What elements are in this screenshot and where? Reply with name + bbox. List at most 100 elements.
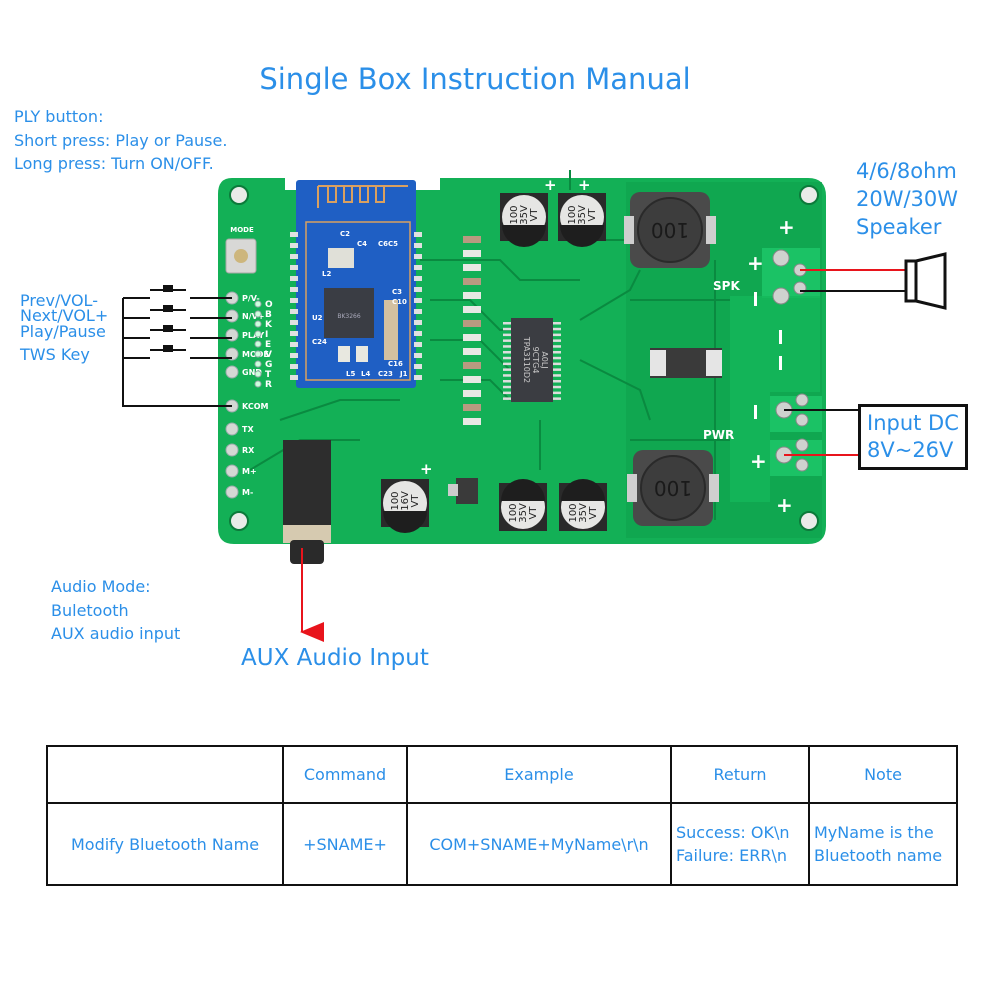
electrolytic-capacitor: 100 35V VT	[558, 193, 606, 247]
cell-example: COM+SNAME+MyName\r\n	[406, 802, 672, 886]
key-switch[interactable]	[123, 325, 232, 339]
table-header-row: Command Example Return Note	[46, 745, 958, 804]
svg-text:BK3266: BK3266	[337, 313, 361, 320]
chip-pin	[553, 356, 561, 360]
speaker-power: 20W/30W	[856, 187, 959, 211]
table-row: Modify Bluetooth Name +SNAME+ COM+SNAME+…	[46, 802, 958, 886]
side-letter: K	[265, 320, 273, 330]
bt-pad	[414, 309, 422, 314]
bt-pad	[414, 265, 422, 270]
side-letter: R	[265, 380, 272, 390]
bt-pad	[290, 331, 298, 336]
cap-plus-sign: +	[578, 176, 591, 194]
bt-component-label: C4	[357, 240, 367, 248]
speaker-icon	[904, 252, 947, 310]
bt-pad	[414, 232, 422, 237]
amplifier-chip: TPA3110D2 9CTG4 A0LJ	[503, 318, 561, 402]
spk-label: SPK	[713, 279, 740, 293]
aux-audio-jack[interactable]	[283, 440, 331, 564]
mode-button-label: MODE	[230, 226, 254, 234]
header-cell-blank	[46, 745, 284, 804]
key-switch[interactable]	[123, 345, 232, 359]
note-line-2: Bluetooth name	[814, 846, 943, 865]
chip-pin	[503, 327, 511, 331]
chip-pin	[503, 339, 511, 342]
bt-pad	[290, 254, 298, 259]
bt-pad	[290, 364, 298, 369]
bt-component-label: C3	[392, 288, 402, 296]
chip-pin	[553, 327, 561, 331]
inductor-value: 100	[654, 476, 692, 500]
bt-pad	[290, 243, 298, 248]
smd-resistor	[463, 236, 481, 243]
smd-resistor	[463, 348, 481, 355]
bluetooth-module: BK3266 C2 C4 C6C5 C3 C10 C24 L5 L4 C23 J1 C16 L2 U2	[290, 180, 422, 388]
pad	[254, 340, 262, 348]
capacitor-label: VT	[529, 208, 540, 222]
input-dc-label: Input DC	[867, 411, 959, 435]
electrolytic-capacitor: 100 35V VT	[500, 193, 548, 247]
bt-pad	[290, 375, 298, 380]
bt-pad	[414, 287, 422, 292]
return-success: Success: OK\n	[676, 823, 790, 842]
header-cell-command: Command	[282, 745, 408, 804]
header-cell-note: Note	[808, 745, 958, 804]
side-letter: G	[265, 360, 272, 370]
chip-pin	[503, 356, 511, 360]
speaker-spec: 4/6/8ohm 20W/30W Speaker	[856, 157, 958, 241]
plus-sign: +	[778, 215, 795, 239]
power-inductor: 100	[624, 192, 716, 268]
bt-pad	[414, 276, 422, 281]
chip-pin	[553, 380, 561, 383]
mode-button[interactable]: MODE	[225, 226, 257, 274]
smd-resistor	[463, 306, 481, 313]
bt-pad	[414, 254, 422, 259]
bt-pad	[290, 232, 298, 237]
chip-pin	[553, 391, 561, 395]
pad	[254, 310, 262, 318]
chip-pin	[503, 333, 511, 337]
speaker-impedance: 4/6/8ohm	[856, 159, 957, 183]
header-pin-label: RX	[242, 446, 255, 455]
power-inductor: 100	[627, 450, 719, 526]
electrolytic-capacitor: 100 16V VT	[381, 479, 429, 533]
bt-pad	[414, 331, 422, 336]
capacitor-label: VT	[410, 494, 421, 508]
side-letter: V	[265, 350, 272, 360]
cell-function: Modify Bluetooth Name	[46, 802, 284, 886]
bt-pad	[290, 320, 298, 325]
header-pin[interactable]: KCOM	[225, 399, 269, 413]
amp-chip-line1: TPA3110D2	[522, 336, 531, 383]
pad	[254, 330, 262, 338]
smd-resistor	[463, 334, 481, 341]
audio-mode-heading: Audio Mode:	[51, 577, 151, 596]
audio-mode-bluetooth: Buletooth	[51, 600, 129, 620]
chip-pin	[553, 374, 561, 377]
amp-chip-line3: A0LJ	[540, 351, 549, 368]
chip-pin	[553, 397, 561, 400]
pad	[254, 350, 262, 358]
key-switch[interactable]	[123, 285, 232, 299]
bt-pad	[414, 243, 422, 248]
bt-pad	[414, 298, 422, 303]
header-cell-return: Return	[670, 745, 810, 804]
bt-component-label: C16	[388, 360, 403, 368]
side-letter: T	[265, 370, 272, 380]
bt-component-label: L2	[322, 270, 331, 278]
pad	[254, 360, 262, 368]
bt-pad	[290, 287, 298, 292]
smd-resistor	[463, 376, 481, 383]
header-pin[interactable]: M+	[225, 464, 257, 478]
header-pin-label: TX	[242, 425, 254, 434]
key-switch[interactable]	[123, 305, 232, 319]
speaker-label: Speaker	[856, 215, 942, 239]
capacitor-label: VT	[588, 506, 599, 520]
smd-resistor	[463, 418, 481, 425]
inductor-value: 100	[651, 218, 689, 242]
bt-component-label: C23	[378, 370, 393, 378]
side-letter: E	[265, 340, 271, 350]
header-pin[interactable]: MODE	[225, 347, 269, 361]
cell-return: Success: OK\n Failure: ERR\n	[670, 802, 810, 886]
chip-pin	[553, 362, 561, 366]
smd-resistor	[463, 390, 481, 397]
